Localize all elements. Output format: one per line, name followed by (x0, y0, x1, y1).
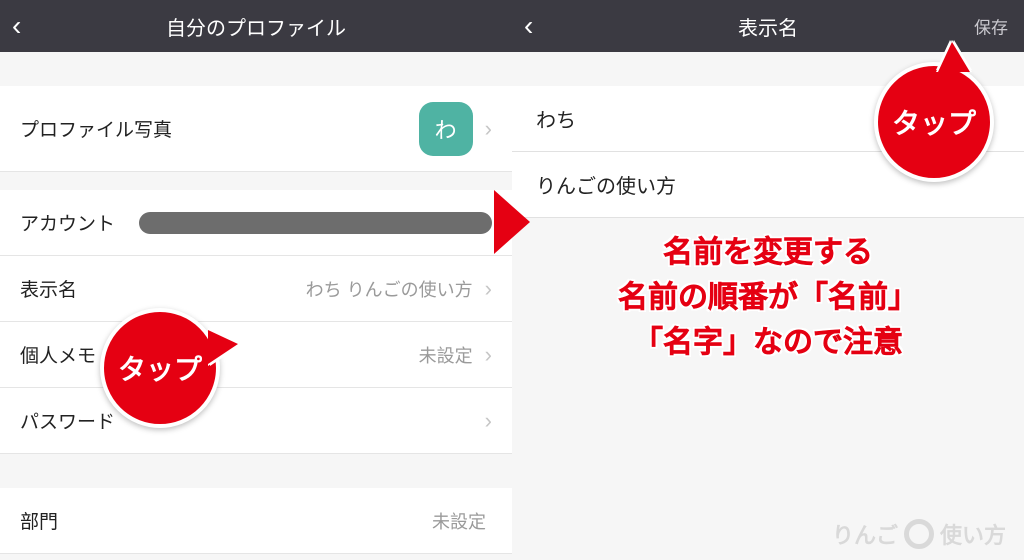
chevron-right-icon: › (485, 276, 492, 302)
row-profile-photo[interactable]: プロファイル写真 わ › (0, 86, 512, 172)
password-label: パスワード (20, 407, 115, 434)
spacer (0, 52, 512, 86)
row-memo[interactable]: 個人メモ 未設定 › (0, 322, 512, 388)
display-name-label: 表示名 (20, 275, 77, 302)
instruction-caption: 名前を変更する 名前の順番が「名前」 「名字」なので注意 (512, 230, 1024, 365)
header-title-right: 表示名 (738, 12, 798, 41)
tap-label: タップ (118, 348, 202, 388)
speech-tail-icon (208, 330, 238, 364)
screen-edit-name: ‹ 表示名 保存 わち りんごの使い方 名前を変更する 名前の順番が「名前」 「… (512, 0, 1024, 560)
watermark-text-right: 使い方 (940, 518, 1006, 550)
department-value: 未設定 (58, 508, 492, 534)
ring-icon (904, 519, 934, 549)
watermark-text-left: りんご (832, 518, 898, 550)
arrow-right-icon (494, 190, 530, 254)
tap-label: タップ (892, 102, 976, 142)
avatar-char: わ (435, 113, 457, 145)
caption-line-2: 名前の順番が「名前」 (532, 275, 1004, 320)
caption-line-1: 名前を変更する (532, 230, 1004, 275)
chevron-right-icon: › (485, 342, 492, 368)
screen-profile: ‹ 自分のプロファイル プロファイル写真 わ › アカウント 表示名 わち りん… (0, 0, 512, 560)
save-button[interactable]: 保存 (974, 14, 1008, 39)
back-icon[interactable]: ‹ (12, 12, 21, 40)
profile-photo-label: プロファイル写真 (20, 115, 172, 142)
row-account[interactable]: アカウント (0, 190, 512, 256)
tap-callout-right: タップ (874, 62, 994, 182)
row-display-name[interactable]: 表示名 わち りんごの使い方 › (0, 256, 512, 322)
chevron-right-icon: › (485, 408, 492, 434)
chevron-right-icon: › (485, 116, 492, 142)
back-icon[interactable]: ‹ (524, 12, 533, 40)
header-title-left: 自分のプロファイル (166, 12, 346, 41)
memo-label: 個人メモ (20, 341, 96, 368)
tap-callout-left: タップ (100, 308, 220, 428)
row-department[interactable]: 部門 未設定 (0, 488, 512, 554)
last-name-value: りんごの使い方 (536, 176, 676, 198)
redacted-account-value (139, 212, 492, 234)
speech-tail-icon (938, 42, 970, 72)
watermark: りんご 使い方 (832, 518, 1006, 550)
first-name-value: わち (536, 110, 576, 132)
row-password[interactable]: パスワード › (0, 388, 512, 454)
header-left: ‹ 自分のプロファイル (0, 0, 512, 52)
account-label: アカウント (20, 209, 115, 236)
department-label: 部門 (20, 507, 58, 534)
display-name-value: わち りんごの使い方 (77, 276, 479, 302)
avatar[interactable]: わ (419, 102, 473, 156)
caption-line-3: 「名字」なので注意 (532, 320, 1004, 365)
section-gap (0, 454, 512, 488)
